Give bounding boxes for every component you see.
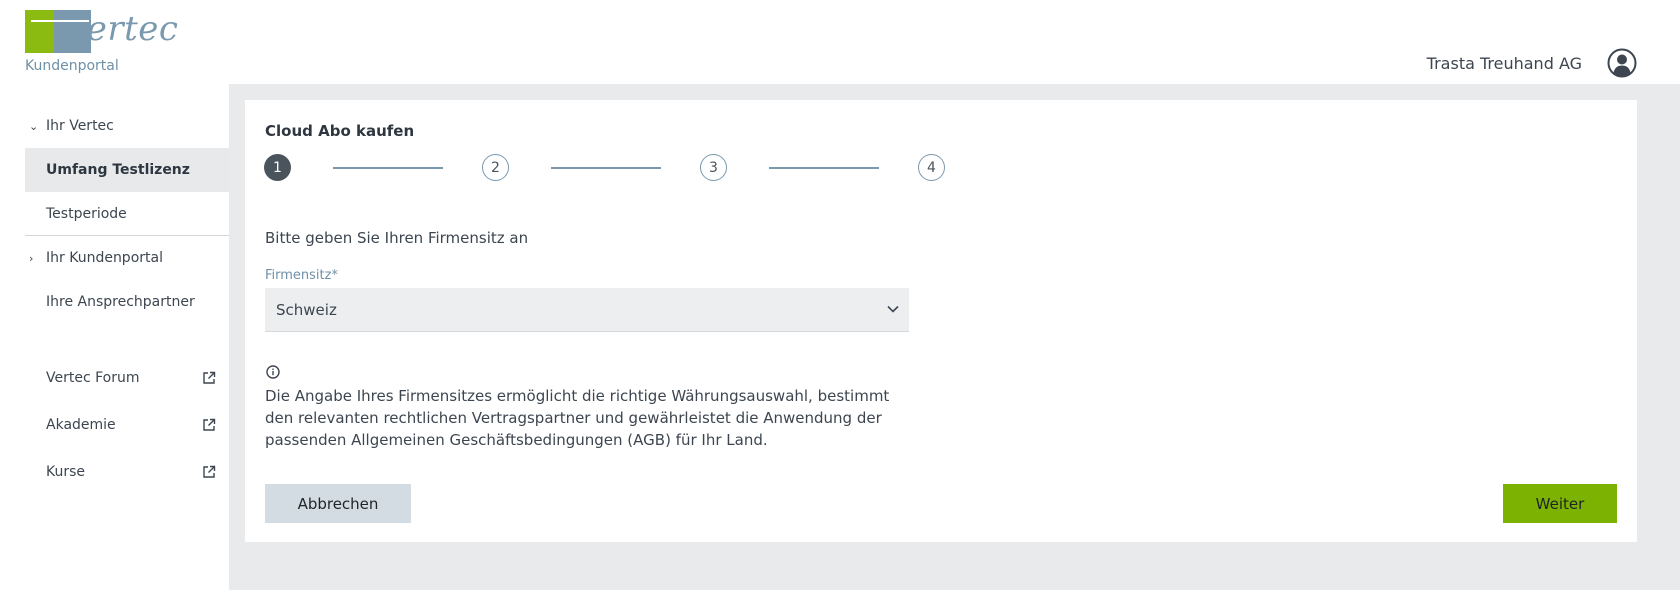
sidebar-item-label: Testperiode	[46, 206, 127, 222]
form-prompt: Bitte geben Sie Ihren Firmensitz an	[265, 229, 529, 247]
sidebar-link-akademie[interactable]: Akademie	[25, 403, 229, 447]
step-connector	[769, 167, 879, 169]
sidebar-item-umfang-testlizenz[interactable]: Umfang Testlizenz	[25, 148, 229, 192]
step-4: 4	[918, 154, 945, 181]
step-3: 3	[700, 154, 727, 181]
logo-green-block	[25, 10, 54, 53]
purchase-card: Cloud Abo kaufen 1 2 3 4 Bitte geben Sie…	[245, 100, 1637, 542]
sidebar-link-label: Vertec Forum	[46, 370, 140, 386]
next-button[interactable]: Weiter	[1503, 484, 1617, 523]
cancel-button[interactable]: Abbrechen	[265, 484, 411, 523]
sidebar-link-label: Kurse	[46, 464, 86, 480]
sidebar-link-label: Akademie	[46, 417, 116, 433]
sidebar-link-vertec-forum[interactable]: Vertec Forum	[25, 356, 229, 400]
firmensitz-label: Firmensitz*	[265, 268, 338, 283]
page: vertec Kundenportal Trasta Treuhand AG ⌄…	[0, 0, 1680, 590]
step-2: 2	[482, 154, 509, 181]
step-connector	[333, 167, 443, 169]
external-link-icon	[203, 418, 216, 431]
company-name: Trasta Treuhand AG	[1426, 54, 1582, 73]
sidebar-item-label: Ihr Vertec	[46, 118, 114, 134]
logo-subtitle: Kundenportal	[25, 58, 119, 74]
sidebar-item-testperiode[interactable]: Testperiode	[25, 192, 229, 236]
chevron-down-icon	[887, 305, 899, 313]
user-avatar-icon[interactable]	[1607, 48, 1637, 78]
sidebar-link-kurse[interactable]: Kurse	[25, 450, 229, 494]
sidebar-item-ihr-kundenportal[interactable]: › Ihr Kundenportal	[25, 236, 229, 280]
external-link-icon	[203, 465, 216, 478]
sidebar-item-ihr-vertec[interactable]: ⌄ Ihr Vertec	[25, 104, 229, 148]
step-connector	[551, 167, 661, 169]
chevron-down-icon: ⌄	[29, 119, 39, 133]
step-1: 1	[264, 154, 291, 181]
firmensitz-select[interactable]: Schweiz	[265, 288, 909, 332]
sidebar-item-label: Umfang Testlizenz	[46, 162, 190, 178]
logo-wordmark: vertec	[67, 9, 179, 49]
info-text: Die Angabe Ihres Firmensitzes ermöglicht…	[265, 387, 890, 449]
external-link-icon	[203, 371, 216, 384]
firmensitz-value: Schweiz	[276, 300, 337, 319]
info-icon	[266, 365, 280, 379]
sidebar-item-label: Ihre Ansprechpartner	[46, 294, 195, 310]
page-title: Cloud Abo kaufen	[265, 122, 415, 140]
sidebar-item-ihre-ansprechpartner[interactable]: Ihre Ansprechpartner	[25, 280, 229, 324]
vertec-logo[interactable]: vertec Kundenportal	[25, 9, 179, 80]
sidebar-item-label: Ihr Kundenportal	[46, 250, 163, 266]
chevron-right-icon: ›	[29, 251, 34, 265]
